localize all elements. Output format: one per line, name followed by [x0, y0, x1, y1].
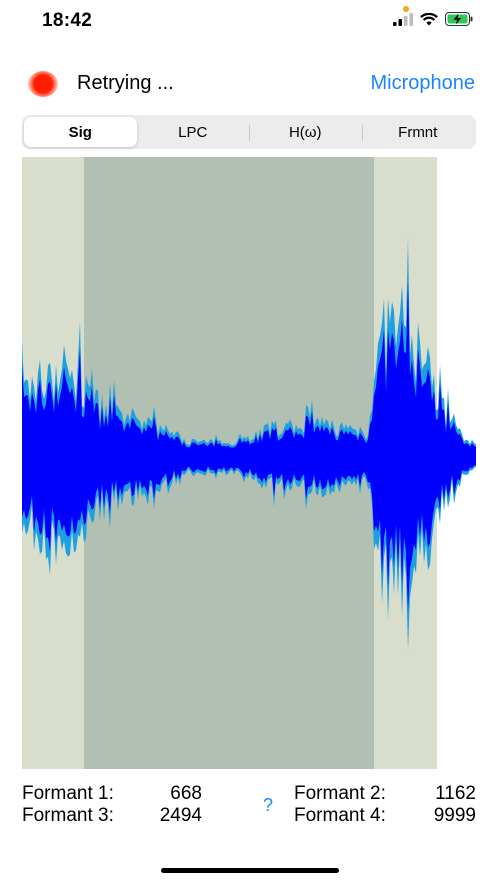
- help-button[interactable]: ?: [263, 795, 273, 816]
- battery-charging-icon: [445, 12, 473, 26]
- formant-1-value: 668: [170, 783, 202, 804]
- status-text: Retrying ...: [77, 72, 174, 94]
- status-time: 18:42: [42, 10, 93, 31]
- formant-2-value: 1162: [435, 783, 476, 804]
- home-indicator: [161, 868, 339, 873]
- formant-2-label: Formant 2:: [294, 783, 386, 804]
- cellular-signal-icon: [393, 12, 413, 26]
- wifi-icon: [420, 12, 438, 25]
- recording-indicator-icon: [28, 71, 58, 97]
- formant-3-label: Formant 3:: [22, 805, 114, 826]
- tab-frmnt[interactable]: Frmnt: [361, 117, 475, 147]
- formant-1-label: Formant 1:: [22, 783, 114, 804]
- waveform-plot[interactable]: [22, 157, 476, 769]
- formant-3-value: 2494: [159, 805, 202, 826]
- system-icons: [393, 12, 473, 26]
- tab-lpc[interactable]: LPC: [137, 117, 250, 147]
- formant-4-label: Formant 4:: [294, 805, 386, 826]
- header: Retrying ... Microphone: [0, 62, 497, 106]
- microphone-button[interactable]: Microphone: [370, 72, 475, 95]
- formant-4-value: 9999: [433, 805, 476, 826]
- formant-readout: Formant 1: 668 Formant 3: 2494 ? Formant…: [22, 783, 476, 833]
- view-segmented-control: Sig LPC H(ω) Frmnt: [22, 115, 476, 149]
- tab-h-omega[interactable]: H(ω): [249, 117, 362, 147]
- tab-sig[interactable]: Sig: [24, 117, 137, 147]
- status-bar: 18:42: [0, 0, 497, 44]
